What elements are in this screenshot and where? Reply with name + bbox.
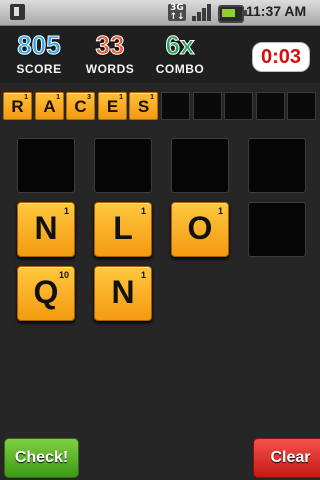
tile-points: 10: [58, 270, 69, 280]
countdown-timer: 0:03: [252, 42, 310, 72]
score-stat: 805 SCORE: [8, 30, 70, 77]
signal-icon: [192, 4, 212, 21]
status-bar: 3G ↑↓ 11:37 AM: [0, 0, 320, 26]
combo-stat: 6x COMBO: [150, 30, 210, 77]
empty-cell: [171, 138, 229, 193]
word-tile[interactable]: R1: [3, 92, 32, 120]
letter-tile[interactable]: O1: [171, 202, 229, 257]
tile-points: 1: [140, 206, 146, 216]
status-time: 11:37 AM: [246, 3, 307, 19]
word-slot-empty: [161, 92, 190, 120]
tile-points: 1: [63, 206, 69, 216]
word-slot-empty: [224, 92, 253, 120]
letter-tile[interactable]: N1: [94, 266, 152, 321]
3g-icon: 3G ↑↓: [168, 3, 186, 22]
word-tile-points: 1: [24, 94, 28, 101]
word-tile-points: 1: [56, 94, 60, 101]
empty-cell: [248, 202, 306, 257]
letter-tile[interactable]: Q 10: [17, 266, 75, 321]
word-tile[interactable]: A1: [35, 92, 64, 120]
notification-icon: [10, 4, 25, 20]
tile-points: 1: [140, 270, 146, 280]
current-word-row: R1A1C3E1S1: [0, 90, 320, 122]
battery-icon: [218, 5, 247, 23]
score-label: SCORE: [16, 62, 62, 76]
check-button[interactable]: Check!: [4, 438, 79, 478]
words-value: 33: [95, 30, 125, 61]
empty-cell: [17, 138, 75, 193]
tile-points: 1: [217, 206, 223, 216]
letter-tile[interactable]: L1: [94, 202, 152, 257]
combo-label: COMBO: [155, 62, 205, 76]
empty-cell: [94, 138, 152, 193]
word-tile[interactable]: C3: [66, 92, 95, 120]
word-tile[interactable]: E1: [98, 92, 127, 120]
word-slot-empty: [256, 92, 285, 120]
letter-tile[interactable]: N1: [17, 202, 75, 257]
word-slot-empty: [287, 92, 316, 120]
word-tile[interactable]: S1: [129, 92, 158, 120]
clear-button[interactable]: Clear: [253, 438, 320, 478]
word-tile-points: 1: [150, 94, 154, 101]
word-slot-empty: [193, 92, 222, 120]
word-tile-points: 3: [87, 94, 91, 101]
combo-value: 6x: [165, 30, 195, 61]
score-value: 805: [17, 30, 61, 61]
word-tile-points: 1: [119, 94, 123, 101]
empty-cell: [248, 138, 306, 193]
words-stat: 33 WORDS: [80, 30, 140, 77]
words-label: WORDS: [85, 62, 135, 76]
